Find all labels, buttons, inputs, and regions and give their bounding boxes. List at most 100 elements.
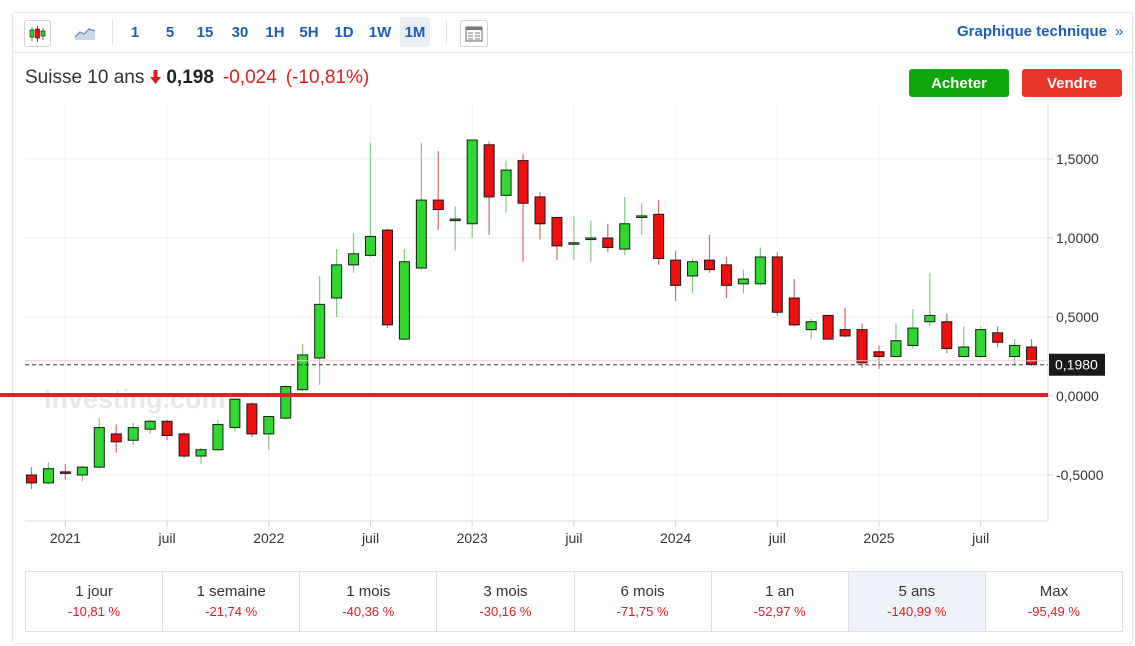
candle: [924, 272, 936, 327]
period-label: 6 mois: [620, 582, 665, 600]
y-tick-label: -0,5000: [1056, 467, 1104, 483]
candle: [500, 160, 512, 213]
candle-body-down: [483, 144, 495, 198]
candle-body-down: [178, 433, 190, 457]
period-change: -10,81 %: [68, 603, 121, 619]
watermark-text: Investing.com: [44, 384, 226, 414]
period-label: 1 semaine: [196, 582, 266, 600]
candle-body-down: [517, 160, 529, 204]
candle-body-down: [551, 216, 563, 247]
candle-body-up: [365, 235, 376, 256]
candle-body-up: [76, 466, 88, 476]
candle: [466, 139, 478, 238]
period-label: 5 ans: [898, 582, 936, 600]
candle-body-up: [619, 223, 631, 250]
candle-body-down: [941, 321, 953, 350]
candle-body-up: [195, 449, 207, 457]
candle-body-down: [381, 229, 393, 326]
candle: [432, 151, 444, 231]
candle-body-down: [246, 403, 258, 435]
candle: [229, 398, 241, 431]
candle-body-up: [348, 253, 360, 266]
candle-body-up: [280, 386, 292, 419]
candle: [297, 343, 309, 392]
x-tick-label: 2024: [660, 530, 691, 546]
candle: [992, 326, 1004, 348]
candle-body-up: [93, 427, 105, 468]
candle: [144, 419, 156, 434]
candle-body-down: [771, 256, 783, 313]
candle: [720, 256, 732, 299]
price-chart[interactable]: Investing.com 0,1980 1,5000 1,0000 0,5000 0…: [0, 0, 1135, 646]
performance-period[interactable]: 1 jour -10,81 %: [26, 572, 164, 631]
candle: [602, 223, 614, 253]
candle-body-up: [229, 398, 241, 429]
candle-body-down: [432, 199, 444, 211]
candle-body-up: [127, 427, 139, 441]
last-price-label: 0,1980: [1055, 357, 1098, 373]
candle-body-up: [737, 278, 749, 285]
candle: [110, 424, 122, 453]
candle: [26, 467, 37, 490]
candle-body-up: [975, 329, 987, 358]
candle-body-down: [653, 213, 665, 260]
candle-body-up: [890, 340, 902, 358]
y-tick-label: 1,5000: [1056, 151, 1099, 167]
period-change: -30,16 %: [479, 603, 532, 619]
candle-body-down: [602, 237, 614, 248]
candle: [195, 448, 207, 464]
candle: [76, 465, 88, 482]
performance-period[interactable]: 5 ans -140,99 %: [848, 572, 986, 631]
candle: [619, 196, 631, 256]
performance-period[interactable]: 3 mois -30,16 %: [437, 572, 575, 631]
candle: [415, 143, 427, 270]
x-tick-label: juil: [158, 530, 176, 546]
performance-period[interactable]: 1 an -52,97 %: [712, 572, 849, 631]
candle: [280, 384, 292, 420]
candle: [127, 422, 139, 445]
candle: [771, 252, 783, 316]
candle-body-up: [42, 468, 54, 484]
candle-body-down: [788, 297, 800, 326]
candle-body-up: [958, 346, 970, 357]
period-label: Max: [1039, 582, 1069, 600]
period-label: 3 mois: [483, 582, 528, 600]
candle: [737, 269, 749, 294]
performance-period[interactable]: 1 semaine -21,74 %: [163, 572, 301, 631]
performance-period[interactable]: Max -95,49 %: [986, 572, 1122, 631]
candle: [42, 462, 54, 485]
candle-body-up: [568, 242, 580, 245]
candle-body-down: [822, 314, 834, 340]
candle: [653, 200, 665, 265]
x-tick-label: juil: [971, 530, 989, 546]
x-tick-label: juil: [564, 530, 582, 546]
candle: [551, 216, 563, 261]
candle-body-up: [500, 169, 512, 196]
candle: [585, 220, 597, 262]
performance-period[interactable]: 1 mois -40,36 %: [300, 572, 438, 631]
candle-body-up: [449, 218, 461, 222]
candle: [754, 247, 766, 286]
candle-body-down: [873, 351, 885, 358]
candle: [381, 228, 393, 329]
candle-body-up: [754, 256, 766, 285]
candle: [873, 345, 885, 370]
candle: [331, 249, 343, 317]
candle: [788, 279, 800, 327]
candle: [687, 258, 699, 294]
candle: [348, 233, 360, 273]
candle: [907, 309, 919, 349]
candle-body-down: [59, 471, 71, 474]
period-change: -71,75 %: [616, 603, 669, 619]
candle: [314, 275, 326, 385]
candle: [449, 206, 461, 251]
x-tick-label: juil: [361, 530, 379, 546]
candle: [805, 318, 817, 340]
period-label: 1 jour: [75, 582, 113, 600]
candle: [212, 419, 224, 452]
y-tick-label: 1,0000: [1056, 230, 1099, 246]
performance-period[interactable]: 6 mois -71,75 %: [575, 572, 712, 631]
candle: [958, 326, 970, 359]
candle-body-down: [992, 332, 1004, 343]
candle: [636, 203, 648, 235]
